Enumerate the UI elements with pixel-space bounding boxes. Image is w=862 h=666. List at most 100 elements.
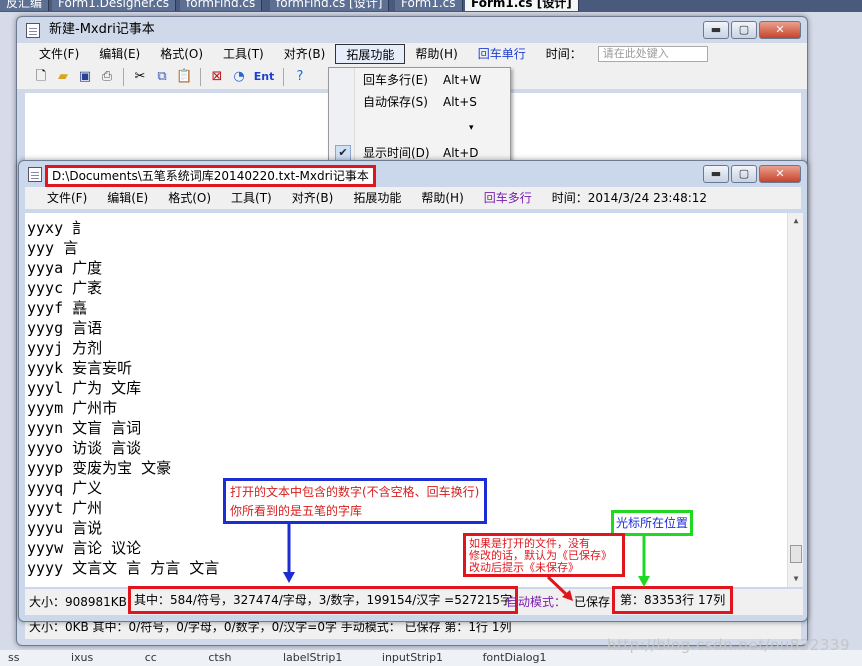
- maximize-button[interactable]: ▢: [731, 165, 757, 183]
- notepad-icon: [28, 167, 42, 182]
- menu-extend[interactable]: 拓展功能: [335, 44, 406, 64]
- scroll-thumb[interactable]: [790, 545, 802, 563]
- menu-item-enter-multi[interactable]: 回车多行(E) Alt+W: [363, 70, 503, 90]
- back-window-titlebar: 新建-Mxdri记事本 ▬ ▢ ✕: [17, 17, 807, 43]
- front-statusbar: 大小：908981KB 其中：584/符号，327474/字母，3/数字，199…: [25, 586, 803, 615]
- status-counts: 其中：584/符号，327474/字母，3/数字，199154/汉字 =5272…: [128, 586, 519, 614]
- front-window-titlebar: D:\Documents\五笔系统词库20140220.txt-Mxdri记事本…: [19, 161, 807, 187]
- text-line: yyxy 訁: [27, 219, 88, 237]
- ide-tab[interactable]: 反汇编: [0, 0, 50, 11]
- menu-item-shortcut: Alt+W: [443, 73, 482, 87]
- ide-tab-strip: 反汇编 Form1.Designer.cs formFind.cs formFi…: [0, 0, 862, 12]
- close-button[interactable]: ✕: [759, 165, 801, 183]
- chevron-down-icon[interactable]: ▾: [469, 118, 474, 138]
- menu-format[interactable]: 格式(O): [150, 44, 213, 64]
- time-icon[interactable]: ◔: [231, 69, 247, 85]
- ide-tab[interactable]: formFind.cs [设计]: [270, 0, 390, 11]
- new-icon[interactable]: 🗋: [33, 69, 49, 85]
- menu-edit[interactable]: 编辑(E): [89, 44, 150, 64]
- menu-item-shortcut: Alt+S: [443, 95, 477, 109]
- text-line: yyym 广州市: [27, 399, 118, 417]
- menu-enter-single[interactable]: 回车单行: [468, 44, 536, 64]
- paste-icon[interactable]: 📋: [176, 69, 192, 85]
- minimize-button[interactable]: ▬: [703, 165, 729, 183]
- menu-extend[interactable]: 拓展功能: [343, 188, 411, 208]
- maximize-button[interactable]: ▢: [731, 21, 757, 39]
- extend-dropdown-menu: 回车多行(E) Alt+W 自动保存(S) Alt+S ▾ ✔ 显示时间(D) …: [328, 67, 511, 163]
- component-tray-item[interactable]: cc: [145, 651, 157, 664]
- close-button[interactable]: ✕: [759, 21, 801, 39]
- ide-tab-active[interactable]: Form1.cs [设计]: [465, 0, 579, 11]
- copy-icon[interactable]: ⧉: [154, 69, 170, 85]
- text-line: yyyw 言论 议论: [27, 539, 142, 557]
- ide-tab[interactable]: Form1.cs: [395, 0, 463, 11]
- print-icon[interactable]: ⎙: [99, 69, 115, 85]
- menu-align[interactable]: 对齐(B): [282, 188, 344, 208]
- component-tray-item[interactable]: ctsh: [208, 651, 231, 664]
- menu-help[interactable]: 帮助(H): [405, 44, 467, 64]
- text-line: yyyj 方剂: [27, 339, 103, 357]
- menu-tools[interactable]: 工具(T): [213, 44, 274, 64]
- enter-icon[interactable]: Ent: [253, 69, 275, 85]
- text-line: yyyp 变废为宝 文豪: [27, 459, 172, 477]
- time-input[interactable]: 请在此处键入: [597, 46, 708, 62]
- annotation-counts: 打开的文本中包含的数字(不含空格、回车换行) 你所看到的是五笔的字库: [223, 478, 487, 524]
- watermark: http://blog.csdn.net/ou832339: [606, 636, 850, 654]
- text-line: yyyy 文言文 言 方言 文言: [27, 559, 220, 577]
- component-tray-item[interactable]: labelStrip1: [283, 651, 342, 664]
- menu-time: 时间：2014/3/24 23:48:12: [551, 191, 708, 205]
- status-position: 第：83353行 17列: [612, 586, 734, 614]
- front-window: D:\Documents\五笔系统词库20140220.txt-Mxdri记事本…: [18, 160, 808, 622]
- component-tray-item[interactable]: ixus: [71, 651, 93, 664]
- clear-icon[interactable]: ⊠: [209, 69, 225, 85]
- menu-item-auto-save[interactable]: 自动保存(S) Alt+S: [363, 92, 503, 112]
- component-tray-item[interactable]: ss: [8, 651, 19, 664]
- checkmark-icon: ✔: [335, 145, 351, 161]
- text-line: yyyf 譶: [27, 299, 88, 317]
- toolbar-separator: [123, 68, 124, 86]
- menu-item-combo[interactable]: ▾: [363, 118, 503, 138]
- menu-tools[interactable]: 工具(T): [221, 188, 282, 208]
- scroll-up-icon[interactable]: ▲: [788, 213, 803, 229]
- ide-tab[interactable]: formFind.cs: [180, 0, 263, 11]
- menu-time: 时间：: [545, 47, 582, 61]
- open-icon[interactable]: ▰: [55, 69, 71, 85]
- menu-help[interactable]: 帮助(H): [411, 188, 473, 208]
- minimize-button[interactable]: ▬: [703, 21, 729, 39]
- help-icon[interactable]: ?: [292, 69, 308, 85]
- menu-enter-multi[interactable]: 回车多行: [474, 188, 542, 208]
- annotation-save: 如果是打开的文件，没有 修改的话，默认为《已保存》 改动后提示《未保存》: [463, 533, 625, 577]
- annotation-text: 你所看到的是五笔的字库: [230, 504, 363, 518]
- menu-file[interactable]: 文件(F): [29, 44, 89, 64]
- ide-tab[interactable]: Form1.Designer.cs: [52, 0, 176, 11]
- front-window-title: D:\Documents\五笔系统词库20140220.txt-Mxdri记事本: [45, 165, 376, 187]
- toolbar-separator: [283, 68, 284, 86]
- save-icon[interactable]: ▣: [77, 69, 93, 85]
- vertical-scrollbar[interactable]: ▲ ▼: [787, 213, 803, 587]
- annotation-text: 打开的文本中包含的数字(不含空格、回车换行): [230, 485, 480, 499]
- text-line: yyya 广度: [27, 259, 103, 277]
- front-menubar: 文件(F) 编辑(E) 格式(O) 工具(T) 对齐(B) 拓展功能 帮助(H)…: [25, 187, 801, 209]
- notepad-icon: [26, 23, 40, 38]
- text-line: yyyo 访谈 言谈: [27, 439, 142, 457]
- back-window-title: 新建-Mxdri记事本: [49, 22, 155, 37]
- status-mode: 自动模式：: [506, 595, 567, 609]
- menu-file[interactable]: 文件(F): [37, 188, 97, 208]
- component-tray-item[interactable]: fontDialog1: [483, 651, 547, 664]
- menu-format[interactable]: 格式(O): [158, 188, 221, 208]
- status-saved: 已保存: [574, 595, 611, 609]
- component-tray-item[interactable]: inputStrip1: [382, 651, 443, 664]
- text-line: yyyl 广为 文库: [27, 379, 142, 397]
- menu-edit[interactable]: 编辑(E): [97, 188, 158, 208]
- back-menubar: 文件(F) 编辑(E) 格式(O) 工具(T) 对齐(B) 拓展功能 帮助(H)…: [17, 43, 807, 65]
- cut-icon[interactable]: ✂: [132, 69, 148, 85]
- text-line: yyyk 妄言妄听: [27, 359, 133, 377]
- menu-align[interactable]: 对齐(B): [274, 44, 336, 64]
- annotation-text: 改动后提示《未保存》: [469, 561, 579, 574]
- text-line: yyyg 言语: [27, 319, 103, 337]
- toolbar-separator: [200, 68, 201, 86]
- text-line: yyy 言: [27, 239, 79, 257]
- scroll-down-icon[interactable]: ▼: [788, 571, 803, 587]
- status-size: 大小：908981KB: [29, 595, 127, 609]
- menu-item-label: 显示时间(D): [363, 146, 430, 160]
